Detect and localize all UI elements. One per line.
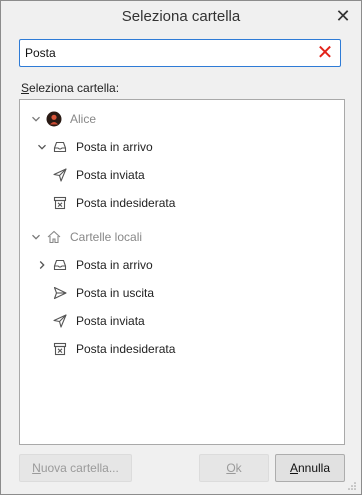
- new-folder-button[interactable]: Nuova cartella...: [19, 454, 132, 482]
- account-name: Cartelle locali: [70, 230, 143, 244]
- sent-icon: [52, 313, 68, 329]
- tree-account-local-folders[interactable]: Cartelle locali: [20, 224, 344, 250]
- tree-item-sent[interactable]: Posta inviata: [20, 308, 344, 334]
- close-icon[interactable]: ✕: [333, 5, 353, 27]
- tree-item-outbox[interactable]: Posta in uscita: [20, 280, 344, 306]
- tree-item-sent[interactable]: Posta inviata: [20, 162, 344, 188]
- outbox-icon: [52, 285, 68, 301]
- section-label: Seleziona cartella:: [21, 81, 120, 95]
- search-input[interactable]: [25, 43, 305, 63]
- resize-grip-icon[interactable]: [347, 480, 357, 490]
- account-name: Alice: [70, 112, 97, 126]
- tree-item-inbox[interactable]: Posta in arrivo: [20, 134, 344, 160]
- tree-account-alice[interactable]: Alice: [20, 106, 344, 132]
- ok-button[interactable]: Ok: [199, 454, 269, 482]
- inbox-icon: [52, 257, 68, 273]
- junk-icon: [52, 341, 68, 357]
- chevron-down-icon[interactable]: [30, 231, 42, 243]
- inbox-icon: [52, 139, 68, 155]
- dialog-title: Seleziona cartella: [121, 8, 241, 25]
- tree-item-inbox[interactable]: Posta in arrivo: [20, 252, 344, 278]
- folder-label: Posta inviata: [76, 168, 145, 182]
- clear-search-icon[interactable]: ✕: [315, 42, 335, 64]
- chevron-right-icon[interactable]: [36, 259, 48, 271]
- folder-label: Posta indesiderata: [76, 342, 176, 356]
- tree-item-junk[interactable]: Posta indesiderata: [20, 336, 344, 362]
- folder-label: Posta in uscita: [76, 286, 155, 300]
- folder-label: Posta in arrivo: [76, 258, 153, 272]
- folder-label: Posta inviata: [76, 314, 145, 328]
- cancel-button[interactable]: Annulla: [275, 454, 345, 482]
- chevron-down-icon[interactable]: [30, 113, 42, 125]
- title-bar: Seleziona cartella ✕: [1, 1, 361, 33]
- junk-icon: [52, 195, 68, 211]
- home-icon: [46, 229, 62, 245]
- select-folder-dialog: Seleziona cartella ✕ ✕ Seleziona cartell…: [0, 0, 362, 495]
- search-field[interactable]: ✕: [19, 39, 341, 67]
- sent-icon: [52, 167, 68, 183]
- chevron-down-icon[interactable]: [36, 141, 48, 153]
- folder-tree[interactable]: Alice Posta in arrivo Posta inviata Post…: [19, 99, 345, 445]
- folder-label: Posta in arrivo: [76, 140, 153, 154]
- folder-label: Posta indesiderata: [76, 196, 176, 210]
- tree-item-junk[interactable]: Posta indesiderata: [20, 190, 344, 216]
- avatar-icon: [46, 111, 62, 127]
